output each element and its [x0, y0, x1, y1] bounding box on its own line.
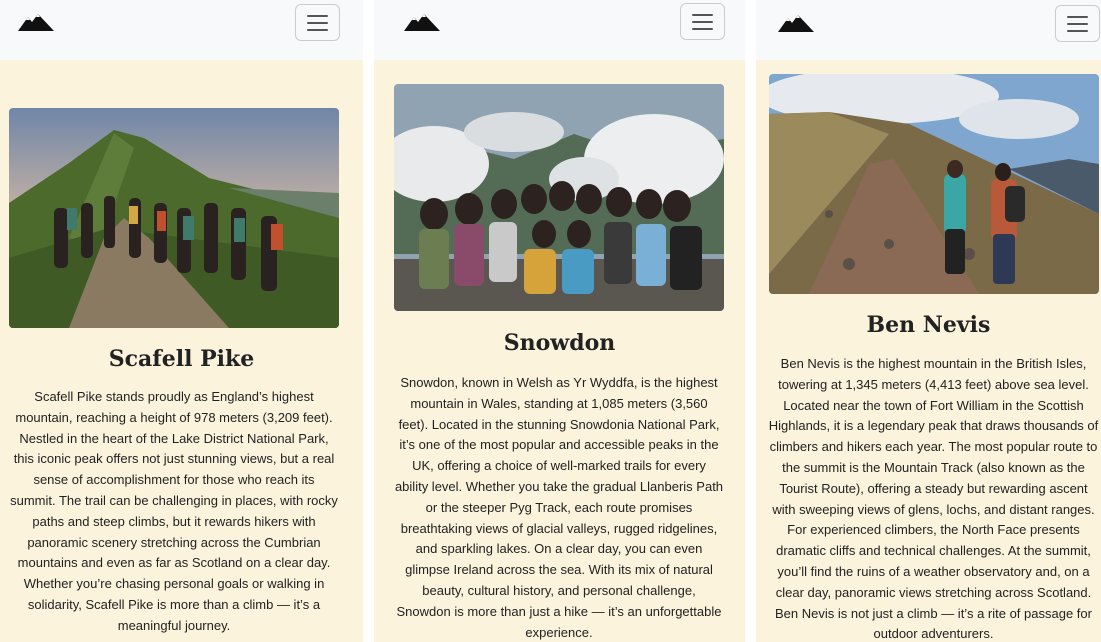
- snowdon-photo: [394, 84, 724, 311]
- hamburger-menu-button[interactable]: [1055, 5, 1100, 42]
- hamburger-menu-button[interactable]: [295, 4, 340, 41]
- mountain-logo-icon[interactable]: [778, 14, 814, 32]
- description-text: Ben Nevis is the highest mountain in the…: [768, 356, 1099, 642]
- hamburger-bar: [692, 21, 713, 23]
- navbar: [756, 0, 1101, 60]
- navbar: [374, 0, 745, 60]
- hamburger-menu-icon: [692, 14, 713, 16]
- hamburger-bar: [307, 29, 328, 31]
- card-snowdon: Snowdon Snowdon, known in Welsh as Yr Wy…: [374, 0, 745, 642]
- card-scafell-pike: Scafell Pike Scafell Pike stands proudly…: [0, 0, 363, 642]
- scafell-pike-photo: [9, 108, 339, 328]
- description-text: Snowdon, known in Welsh as Yr Wyddfa, is…: [394, 375, 724, 640]
- hamburger-bar: [1067, 30, 1088, 32]
- hamburger-bar: [692, 28, 713, 30]
- page-title: Snowdon: [503, 330, 616, 356]
- card-ben-nevis: Ben Nevis Ben Nevis is the highest mount…: [756, 0, 1101, 642]
- mountain-logo-icon[interactable]: [18, 13, 54, 31]
- hamburger-menu-icon: [1067, 16, 1088, 18]
- page-title: Scafell Pike: [108, 346, 255, 372]
- navbar: [0, 0, 363, 60]
- mountain-logo-icon[interactable]: [404, 13, 440, 31]
- ben-nevis-photo: [769, 74, 1099, 294]
- page-title: Ben Nevis: [866, 312, 991, 338]
- hamburger-bar: [307, 22, 328, 24]
- hamburger-menu-button[interactable]: [680, 3, 725, 40]
- hamburger-menu-icon: [307, 15, 328, 17]
- hamburger-bar: [1067, 23, 1088, 25]
- description-text: Scafell Pike stands proudly as England’s…: [10, 389, 338, 633]
